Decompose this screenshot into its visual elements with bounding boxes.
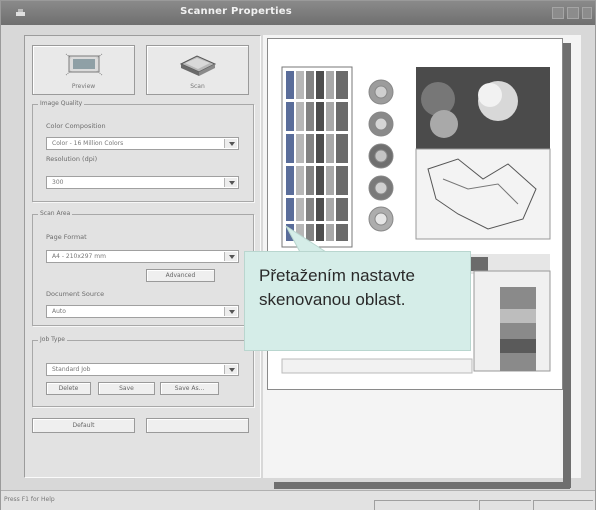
resolution-select[interactable]: 300 (46, 176, 239, 189)
job-type-select[interactable]: Standard Job (46, 363, 239, 376)
callout-tooltip: Přetažením nastavte skenovanou oblast. (244, 251, 471, 351)
status-panel (479, 500, 531, 510)
chevron-down-icon[interactable] (224, 307, 237, 316)
preview-label: Preview (71, 83, 96, 90)
document-source-label: Document Source (46, 290, 105, 298)
status-text: Press F1 for Help (4, 496, 55, 503)
document-source-value: Auto (52, 308, 66, 315)
chevron-down-icon[interactable] (224, 178, 237, 187)
scan-area-title: Scan Area (38, 210, 73, 217)
preview-divider-bottom (274, 482, 570, 489)
status-panel (374, 500, 478, 510)
chevron-down-icon[interactable] (224, 252, 237, 261)
window-title: Scanner Properties (180, 6, 292, 17)
scan-label: Scan (190, 83, 205, 90)
minimize-icon[interactable] (552, 7, 564, 19)
save-button[interactable]: Save (98, 382, 155, 395)
color-composition-select[interactable]: Color - 16 Million Colors (46, 137, 239, 150)
job-type-group: Job Type Standard Job Delete Save Save A… (32, 336, 254, 407)
resolution-value: 300 (52, 179, 64, 186)
status-bar: Press F1 for Help (1, 490, 595, 510)
maximize-icon[interactable] (567, 7, 579, 19)
job-type-title: Job Type (38, 336, 67, 343)
scan-area-group: Scan Area Page Format A4 - 210x297 mm Ad… (32, 210, 254, 326)
disabled-button (146, 418, 249, 433)
page-format-label: Page Format (46, 233, 87, 241)
image-quality-group: Image Quality Color Composition Color - … (32, 100, 254, 202)
close-icon[interactable] (582, 7, 592, 19)
chevron-down-icon[interactable] (224, 365, 237, 374)
color-composition-value: Color - 16 Million Colors (52, 140, 124, 147)
scan-button[interactable]: Scan (146, 45, 249, 95)
document-source-select[interactable]: Auto (46, 305, 239, 318)
settings-panel: Preview Scan Image Quality Color Composi… (24, 35, 261, 478)
default-button[interactable]: Default (32, 418, 135, 433)
job-type-value: Standard Job (52, 366, 91, 373)
page-format-select[interactable]: A4 - 210x297 mm (46, 250, 239, 263)
preview-divider (563, 43, 571, 488)
title-bar[interactable]: Scanner Properties (1, 1, 595, 25)
chevron-down-icon[interactable] (224, 139, 237, 148)
preview-icon (65, 53, 103, 76)
page-format-value: A4 - 210x297 mm (52, 253, 106, 260)
scanner-icon (179, 55, 217, 76)
delete-button[interactable]: Delete (46, 382, 91, 395)
advanced-button[interactable]: Advanced (146, 269, 215, 282)
save-as-button[interactable]: Save As... (160, 382, 219, 395)
callout-text: Přetažením nastavte skenovanou oblast. (259, 266, 415, 309)
image-quality-title: Image Quality (38, 100, 85, 107)
preview-button[interactable]: Preview (32, 45, 135, 95)
status-panel (533, 500, 593, 510)
color-composition-label: Color Composition (46, 122, 106, 130)
scanner-properties-window: Scanner Properties Preview Scan Image Qu… (0, 0, 596, 510)
resolution-label: Resolution (dpi) (46, 155, 98, 163)
app-icon (16, 9, 25, 16)
